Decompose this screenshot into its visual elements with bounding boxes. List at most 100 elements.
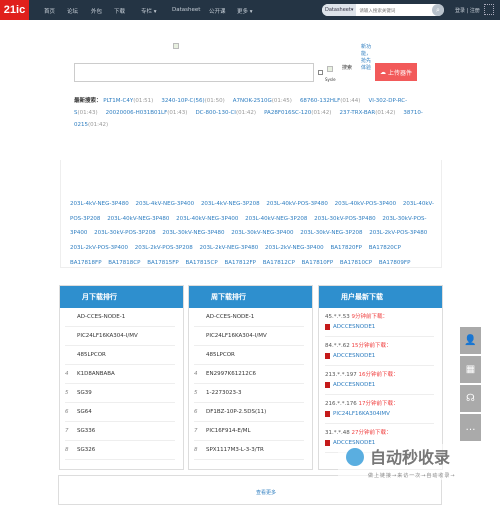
part-link[interactable]: BA17812CP [263, 260, 295, 266]
part-name[interactable]: SPX1117M3-L-3-3/TR [206, 447, 264, 453]
nav-column[interactable]: 专栏 ▾ [141, 7, 157, 15]
recent-search-link[interactable]: PA28F016SC-120(01:42) [264, 110, 331, 116]
ranking-row[interactable]: PIC24LF16KA304-I/MV [65, 327, 175, 346]
ranking-row[interactable]: 6 SG64 [65, 403, 175, 422]
ranking-row[interactable]: 6 DF1BZ-10P-2.5DS(11) [194, 403, 304, 422]
qr-code-icon[interactable] [484, 4, 494, 15]
part-link[interactable]: BA17812FP [224, 260, 256, 266]
login-register-link[interactable]: 登录 | 注册 [455, 7, 480, 14]
part-link[interactable]: 203L-40kV-NEG-3P480 [107, 216, 169, 222]
ranking-row[interactable]: 4 K1D8ANBABA [65, 365, 175, 384]
part-link[interactable]: 203L-40kV-NEG-3P208 [245, 216, 307, 222]
ranking-row[interactable]: AD-CCES-NODE-1 [194, 308, 304, 327]
search-checkbox[interactable] [318, 70, 323, 75]
part-link[interactable]: BA17818FP [70, 260, 102, 266]
nav-download[interactable]: 下载 [114, 7, 125, 15]
file-link[interactable]: ADCCESNODE1 [333, 382, 375, 388]
file-link[interactable]: ADCCESNODE1 [333, 324, 375, 330]
nav-datasheet[interactable]: Datasheet [172, 7, 200, 13]
ranking-row[interactable]: 485LPCOR [65, 346, 175, 365]
part-link[interactable]: BA17815FP [147, 260, 179, 266]
recent-search-link[interactable]: DC-800-130-CI(01:42) [195, 110, 256, 116]
search-term[interactable]: 68760-132HLF [300, 98, 340, 104]
part-link[interactable]: 203L-2kV-POS-3P480 [369, 230, 427, 236]
part-link[interactable]: BA17810CP [340, 260, 372, 266]
search-term[interactable]: PLT1M-C4Y [103, 98, 133, 104]
part-name[interactable]: 1-2273023-3 [206, 390, 241, 396]
part-link[interactable]: 203L-4kV-NEG-3P400 [135, 201, 194, 207]
search-term[interactable]: 237-TRX-BAR [339, 110, 375, 116]
search-term[interactable]: DC-800-130-CI [195, 110, 236, 116]
part-name[interactable]: EN2997K61212C6 [206, 371, 256, 377]
part-name[interactable]: PIC24LF16KA304-I/MV [77, 333, 138, 339]
ranking-row[interactable]: 7 SG336 [65, 422, 175, 441]
part-link[interactable]: 203L-40kV-POS-3P480 [266, 201, 328, 207]
part-name[interactable]: SG39 [77, 390, 92, 396]
search-term[interactable]: PA28F016SC-120 [264, 110, 311, 116]
search-submit-button[interactable]: 搜索 [342, 64, 352, 71]
part-link[interactable]: 203L-40kV-POS-3P400 [335, 201, 397, 207]
part-link[interactable]: 203L-40kV-NEG-3P400 [176, 216, 238, 222]
user-icon[interactable]: 👤 [460, 327, 481, 354]
nav-home[interactable]: 首页 [44, 7, 55, 15]
part-link[interactable]: BA17820FP [330, 245, 362, 251]
part-name[interactable]: PIC16F914-E/ML [206, 428, 251, 434]
part-name[interactable]: AD-CCES-NODE-1 [77, 314, 125, 320]
part-link[interactable]: 203L-30kV-NEG-3P480 [162, 230, 224, 236]
part-name[interactable]: AD-CCES-NODE-1 [206, 314, 254, 320]
part-name[interactable]: 485LPCOR [77, 352, 106, 358]
part-link[interactable]: BA17818CP [108, 260, 140, 266]
part-link[interactable]: 203L-30kV-NEG-3P400 [231, 230, 293, 236]
search-icon[interactable]: ⌕ [432, 4, 444, 16]
ranking-row[interactable]: 5 1-2273023-3 [194, 384, 304, 403]
search-term[interactable]: A7NOK-2510G [233, 98, 272, 104]
recent-search-link[interactable]: 237-TRX-BAR(01:42) [339, 110, 395, 116]
search-type-select[interactable]: Datasheet▾ [322, 4, 357, 16]
part-link[interactable]: 203L-2kV-NEG-3P480 [200, 245, 259, 251]
search-term[interactable]: 3240-10P-C(56) [161, 98, 204, 104]
part-link[interactable]: 203L-30kV-NEG-3P208 [300, 230, 362, 236]
part-link[interactable]: 203L-2kV-NEG-3P400 [265, 245, 324, 251]
part-name[interactable]: PIC24LF16KA304-I/MV [206, 333, 267, 339]
part-name[interactable]: 485LPCOR [206, 352, 235, 358]
header-search-input[interactable] [356, 7, 432, 13]
part-link[interactable]: 203L-30kV-POS-3P208 [94, 230, 156, 236]
recent-search-link[interactable]: 20020006-H031B01LF(01:43) [106, 110, 188, 116]
ranking-row[interactable]: AD-CCES-NODE-1 [65, 308, 175, 327]
part-link[interactable]: 203L-2kV-POS-3P208 [135, 245, 193, 251]
ranking-row[interactable]: 485LPCOR [194, 346, 304, 365]
site-logo[interactable]: 21ic [0, 0, 29, 20]
recent-search-link[interactable]: A7NOK-2510G(01:45) [233, 98, 292, 104]
ranking-row[interactable]: 8 SG326 [65, 441, 175, 460]
part-name[interactable]: K1D8ANBABA [77, 371, 115, 377]
part-link[interactable]: BA17809FP [379, 260, 411, 266]
part-link[interactable]: 203L-30kV-POS-3P480 [314, 216, 376, 222]
part-link[interactable]: 203L-4kV-NEG-3P208 [201, 201, 260, 207]
main-search-input[interactable] [74, 63, 314, 82]
part-name[interactable]: SG326 [77, 447, 95, 453]
part-name[interactable]: SG336 [77, 428, 95, 434]
ranking-row[interactable]: 8 SPX1117M3-L-3-3/TR [194, 441, 304, 460]
new-feature-link[interactable]: 新功能，抢先体验 [361, 44, 371, 72]
nav-courses[interactable]: 公开课 [209, 7, 226, 15]
nav-more[interactable]: 更多 ▾ [237, 7, 253, 15]
qr-code-icon[interactable]: ▦ [460, 356, 481, 383]
part-link[interactable]: 203L-4kV-NEG-3P480 [70, 201, 129, 207]
ranking-row[interactable]: 4 EN2997K61212C6 [194, 365, 304, 384]
part-link[interactable]: BA17810FP [302, 260, 334, 266]
part-link[interactable]: BA17820CP [369, 245, 401, 251]
chat-icon[interactable]: … [460, 414, 481, 441]
ranking-row[interactable]: 7 PIC16F914-E/ML [194, 422, 304, 441]
part-link[interactable]: BA17815CP [185, 260, 217, 266]
view-more-link[interactable]: 查看更多 [256, 489, 276, 496]
ranking-row[interactable]: PIC24LF16KA304-I/MV [194, 327, 304, 346]
recent-search-link[interactable]: PLT1M-C4Y(01:51) [103, 98, 153, 104]
recent-search-link[interactable]: 3240-10P-C(56)(01:50) [161, 98, 224, 104]
part-name[interactable]: SG64 [77, 409, 92, 415]
recent-search-link[interactable]: 68760-132HLF(01:44) [300, 98, 361, 104]
search-term[interactable]: 20020006-H031B01LF [106, 110, 168, 116]
nav-forum[interactable]: 论坛 [67, 7, 78, 15]
ranking-row[interactable]: 5 SG39 [65, 384, 175, 403]
file-link[interactable]: ADCCESNODE1 [333, 353, 375, 359]
file-link[interactable]: PIC24LF16KA304IMV [333, 411, 390, 417]
